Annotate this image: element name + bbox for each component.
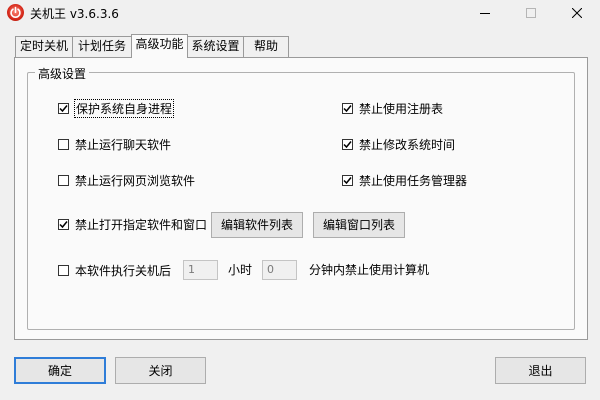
window-title: 关机王 v3.6.3.6 bbox=[30, 7, 119, 21]
minutes-input[interactable]: 0 bbox=[262, 260, 297, 280]
title-bar: 关机王 v3.6.3.6 bbox=[0, 0, 600, 26]
tab-scheduled-tasks[interactable]: 计划任务 bbox=[72, 36, 132, 57]
disable-registry-checkbox[interactable]: 禁止使用注册表 bbox=[342, 99, 443, 117]
tab-timed-shutdown[interactable]: 定时关机 bbox=[15, 36, 73, 57]
checkbox-box bbox=[58, 174, 69, 186]
minutes-suffix-label: 分钟内禁止使用计算机 bbox=[309, 263, 430, 277]
ok-button[interactable]: 确定 bbox=[14, 357, 106, 384]
checkbox-box bbox=[58, 138, 69, 150]
checkbox-box bbox=[58, 264, 69, 276]
maximize-icon bbox=[526, 8, 536, 18]
minimize-icon bbox=[480, 13, 490, 14]
checkbox-label: 禁止打开指定软件和窗口 bbox=[75, 217, 208, 232]
checkbox-box bbox=[342, 174, 353, 186]
close-window-button[interactable] bbox=[554, 0, 600, 26]
tab-help[interactable]: 帮助 bbox=[243, 36, 289, 57]
checkbox-label: 禁止运行网页浏览软件 bbox=[75, 173, 196, 188]
disable-time-change-checkbox[interactable]: 禁止修改系统时间 bbox=[342, 135, 455, 153]
checkbox-label: 禁止使用任务管理器 bbox=[359, 173, 468, 188]
edit-window-list-button[interactable]: 编辑窗口列表 bbox=[313, 212, 405, 238]
tab-panel: 高级设置 保护系统自身进程 禁止使用注册表 禁止运行聊天软件 禁止修改系统时间 bbox=[14, 57, 588, 340]
close-icon bbox=[572, 8, 582, 18]
disable-apps-windows-checkbox[interactable]: 禁止打开指定软件和窗口 bbox=[58, 215, 207, 233]
hours-unit-label: 小时 bbox=[228, 263, 253, 277]
maximize-button bbox=[508, 0, 554, 26]
protect-process-checkbox[interactable]: 保护系统自身进程 bbox=[58, 98, 175, 118]
checkbox-box bbox=[58, 218, 69, 230]
checkbox-label: 保护系统自身进程 bbox=[73, 98, 175, 118]
disable-browser-checkbox[interactable]: 禁止运行网页浏览软件 bbox=[58, 171, 195, 189]
checkmark-icon bbox=[59, 104, 68, 112]
checkbox-box bbox=[58, 102, 69, 114]
checkbox-label: 禁止使用注册表 bbox=[359, 101, 444, 116]
checkbox-label: 禁止修改系统时间 bbox=[359, 137, 456, 152]
checkmark-icon bbox=[59, 220, 68, 228]
advanced-settings-group: 高级设置 保护系统自身进程 禁止使用注册表 禁止运行聊天软件 禁止修改系统时间 bbox=[27, 65, 575, 330]
checkmark-icon bbox=[343, 104, 352, 112]
close-button[interactable]: 关闭 bbox=[115, 357, 206, 384]
disable-taskmgr-checkbox[interactable]: 禁止使用任务管理器 bbox=[342, 171, 467, 189]
checkbox-label: 禁止运行聊天软件 bbox=[75, 137, 172, 152]
tab-advanced[interactable]: 高级功能 bbox=[131, 34, 188, 58]
tab-system-settings[interactable]: 系统设置 bbox=[187, 36, 244, 57]
checkmark-icon bbox=[343, 176, 352, 184]
checkbox-label: 本软件执行关机后 bbox=[75, 263, 172, 278]
checkmark-icon bbox=[343, 140, 352, 148]
exit-button[interactable]: 退出 bbox=[495, 357, 586, 384]
minimize-button[interactable] bbox=[462, 0, 508, 26]
disable-chat-checkbox[interactable]: 禁止运行聊天软件 bbox=[58, 135, 171, 153]
hours-input[interactable]: 1 bbox=[183, 260, 218, 280]
after-shutdown-checkbox[interactable]: 本软件执行关机后 bbox=[58, 261, 171, 279]
checkbox-box bbox=[342, 138, 353, 150]
checkbox-box bbox=[342, 102, 353, 114]
edit-software-list-button[interactable]: 编辑软件列表 bbox=[211, 212, 303, 238]
app-power-icon bbox=[7, 4, 24, 21]
group-title: 高级设置 bbox=[35, 65, 90, 82]
